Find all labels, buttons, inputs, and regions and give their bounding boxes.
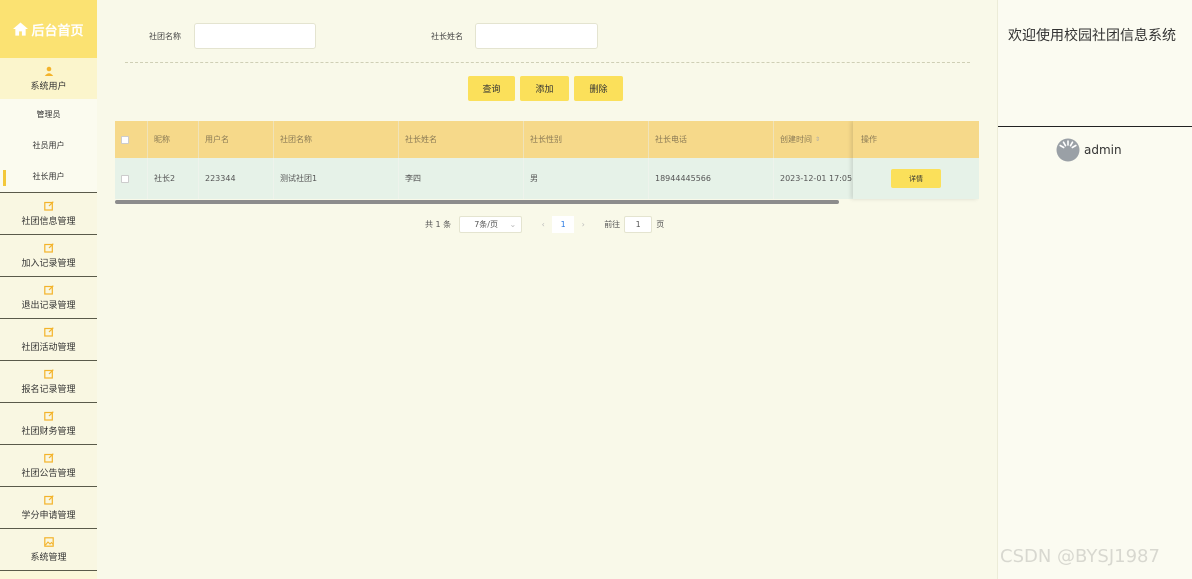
sidebar: 后台首页 系统用户 管理员 社员用户 社长用户 社团信息管理 加入记录管理 退出… (0, 0, 97, 579)
menu-exit-records[interactable]: 退出记录管理 (0, 277, 97, 319)
table-header: 昵称 用户名 社团名称 社长姓名 社长性别 社长电话 创建时间 ⇕ (115, 121, 979, 158)
cell-nickname: 社长2 (148, 158, 199, 199)
menu-join-records[interactable]: 加入记录管理 (0, 235, 97, 277)
column-header[interactable]: 社长电话 (649, 121, 774, 158)
add-button[interactable]: 添加 (520, 76, 569, 101)
operations-cell: 详情 (853, 158, 979, 199)
search-form: 社团名称 社长姓名 (97, 23, 997, 49)
leader-name-label: 社长姓名 (431, 32, 463, 41)
menu-club-activities[interactable]: 社团活动管理 (0, 319, 97, 361)
edit-icon (43, 452, 54, 463)
prev-page-icon[interactable]: ‹ (534, 220, 552, 229)
cell-leader: 李四 (399, 158, 524, 199)
menu-club-finance[interactable]: 社团财务管理 (0, 403, 97, 445)
column-header-operations: 操作 (853, 121, 979, 158)
cell-phone: 18944445566 (649, 158, 774, 199)
horizontal-scrollbar[interactable] (115, 200, 839, 204)
edit-icon (43, 326, 54, 337)
data-table: 昵称 用户名 社团名称 社长姓名 社长性别 社长电话 创建时间 ⇕ 社长2 223… (115, 121, 979, 205)
column-header[interactable]: 昵称 (148, 121, 199, 158)
menu-system-management[interactable]: 系统管理 (0, 529, 97, 571)
select-all-cell (115, 121, 148, 158)
welcome-text: 欢迎使用校园社团信息系统 (1008, 28, 1176, 44)
edit-icon (43, 284, 54, 295)
user-info[interactable]: admin (1056, 138, 1122, 162)
column-header[interactable]: 社团名称 (274, 121, 399, 158)
edit-icon (43, 410, 54, 421)
watermark: CSDN @BYSJ1987 (1000, 546, 1160, 567)
pagination: 共 1 条 7条/页 ⌄ ‹ 1 › 前往 1 页 (425, 216, 664, 233)
main-content: 社团名称 社长姓名 查询 添加 删除 昵称 用户名 社团名称 社长姓名 社长性别… (97, 0, 997, 579)
column-header[interactable]: 用户名 (199, 121, 274, 158)
row-select-cell (115, 158, 148, 199)
submenu-item-leaders[interactable]: 社长用户 (0, 161, 97, 192)
cell-gender: 男 (524, 158, 649, 199)
action-buttons: 查询 添加 删除 (468, 76, 623, 101)
chevron-down-icon: ⌄ (509, 220, 517, 229)
cell-username: 223344 (199, 158, 274, 199)
menu-club-notices[interactable]: 社团公告管理 (0, 445, 97, 487)
goto-label: 前往 (604, 220, 621, 229)
divider (125, 62, 970, 63)
operations-column: 操作 详情 (853, 121, 979, 199)
next-page-icon[interactable]: › (574, 220, 592, 229)
detail-button[interactable]: 详情 (891, 169, 941, 188)
leader-name-input[interactable] (475, 23, 598, 49)
image-icon (43, 536, 54, 547)
club-name-input[interactable] (194, 23, 316, 49)
edit-icon (43, 368, 54, 379)
page-size-select[interactable]: 7条/页 ⌄ (459, 216, 523, 233)
menu-credit-applications[interactable]: 学分申请管理 (0, 487, 97, 529)
submenu-system-users: 管理员 社员用户 社长用户 (0, 99, 97, 193)
table-row: 社长2 223344 测试社团1 李四 男 18944445566 2023-1… (115, 158, 979, 199)
menu-signup-records[interactable]: 报名记录管理 (0, 361, 97, 403)
right-panel: 欢迎使用校园社团信息系统 admin (997, 0, 1192, 579)
sort-icon[interactable]: ⇕ (815, 136, 820, 143)
home-label: 后台首页 (31, 23, 84, 39)
column-header[interactable]: 社长姓名 (399, 121, 524, 158)
menu-label: 系统用户 (30, 81, 67, 92)
user-icon (44, 66, 53, 76)
home-link[interactable]: 后台首页 (0, 0, 97, 58)
column-header[interactable]: 社长性别 (524, 121, 649, 158)
delete-button[interactable]: 删除 (574, 76, 623, 101)
goto-page-input[interactable]: 1 (624, 216, 653, 233)
divider (998, 126, 1192, 127)
page-number[interactable]: 1 (552, 216, 575, 233)
page-unit-label: 页 (656, 220, 665, 229)
query-button[interactable]: 查询 (468, 76, 515, 101)
edit-icon (43, 200, 54, 211)
club-name-label: 社团名称 (149, 32, 181, 41)
menu-system-users[interactable]: 系统用户 (0, 58, 97, 99)
edit-icon (43, 242, 54, 253)
menu-club-info[interactable]: 社团信息管理 (0, 193, 97, 235)
total-count: 共 1 条 (425, 220, 452, 229)
row-checkbox[interactable] (121, 174, 129, 183)
home-icon (13, 22, 29, 36)
cell-club: 测试社团1 (274, 158, 399, 199)
edit-icon (43, 494, 54, 505)
avatar-icon (1056, 138, 1080, 162)
submenu-item-admin[interactable]: 管理员 (0, 99, 97, 130)
username: admin (1084, 143, 1122, 157)
select-all-checkbox[interactable] (121, 135, 129, 144)
submenu-item-members[interactable]: 社员用户 (0, 130, 97, 161)
